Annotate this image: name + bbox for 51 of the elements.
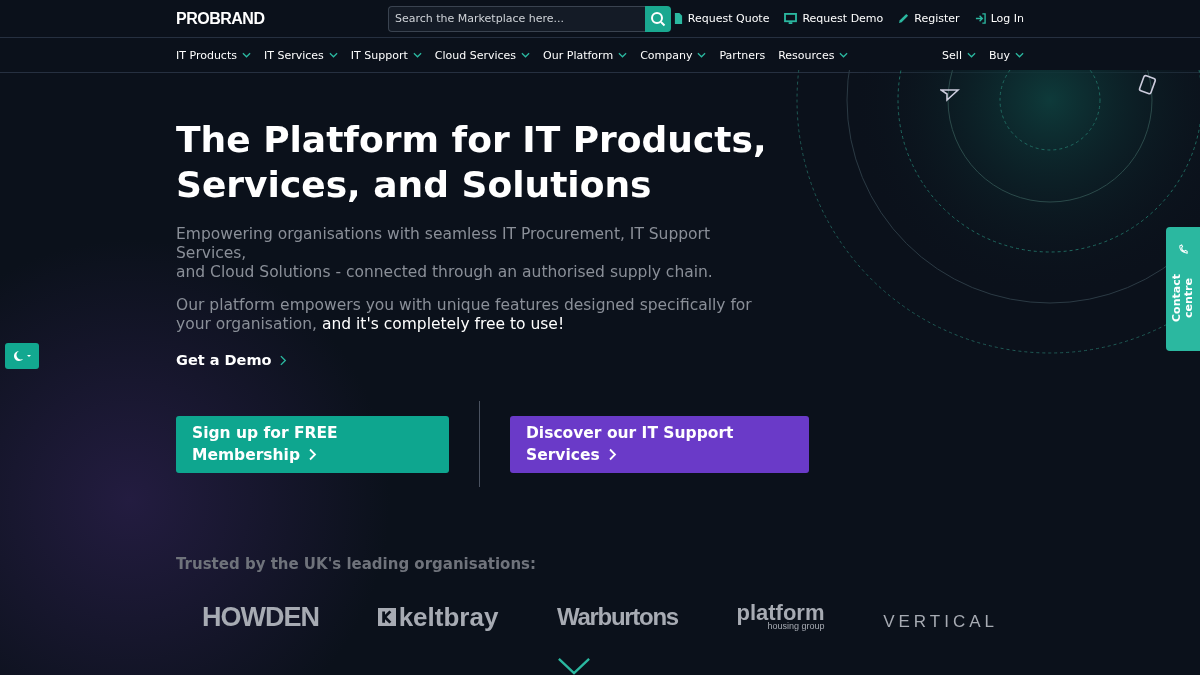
logo[interactable]: PROBRAND (176, 9, 388, 28)
chevron-down-icon (1015, 52, 1024, 58)
nav-menu-item[interactable]: Sell (942, 48, 976, 62)
trusted-heading: Trusted by the UK's leading organisations: (176, 555, 538, 573)
chevron-down-icon (412, 52, 422, 58)
search-button[interactable] (645, 5, 671, 32)
chevron-down-icon (618, 52, 628, 58)
chevron-down-icon (839, 52, 849, 58)
header-link[interactable]: Register (898, 12, 960, 25)
nav-menu-item[interactable]: IT Services (263, 48, 338, 62)
chevron-down-icon (966, 52, 976, 58)
chevron-down-icon (697, 52, 707, 58)
nav-menu-item[interactable]: IT Products (176, 48, 251, 62)
search-field[interactable]: Search the Marketplace here... (388, 5, 645, 32)
moon-icon (11, 350, 33, 362)
hero-title: The Platform for IT Products, Services, and Solutions (176, 118, 768, 207)
nav-menu-item[interactable]: Buy (988, 48, 1024, 62)
chevron-down-icon (241, 52, 251, 58)
client-logo: Warburtons (557, 603, 678, 631)
chevron-down-icon (521, 52, 531, 58)
chevron-right-icon (279, 354, 287, 366)
hero-subtitle: Empowering organisations with seamless IT Procurement, IT Support Services, and Cloud Solutions - connected through an authorised supply chain. (176, 225, 714, 282)
paper-plane-icon (940, 88, 960, 102)
chevron-down-icon[interactable] (557, 657, 591, 675)
hero-paragraph: Our platform empowers you with unique features designed specifically for your organisation, and it's completely free to use! (176, 296, 753, 334)
search-icon (650, 10, 666, 27)
nav-menu-item[interactable]: Resources (778, 48, 849, 62)
nav-menu-item[interactable]: Company (640, 48, 707, 62)
header-link[interactable]: Request Quote (673, 12, 770, 25)
header-link[interactable]: Log In (974, 12, 1024, 25)
theme-toggle[interactable] (5, 343, 39, 369)
header-link[interactable]: Request Demo (784, 12, 884, 25)
client-logo: VERTICAL (883, 611, 998, 632)
logo-mark-icon (377, 608, 396, 626)
chevron-right-icon (609, 448, 618, 461)
document-icon (673, 13, 683, 24)
nav-menu-item[interactable]: Partners (719, 48, 766, 62)
login-icon (974, 13, 986, 24)
chevron-down-icon (328, 52, 338, 58)
phone-icon (1177, 243, 1189, 255)
pen-icon (898, 13, 910, 24)
monitor-icon (784, 13, 798, 24)
nav-menu-item[interactable]: IT Support (350, 48, 422, 62)
client-logo: platform housing group (736, 603, 825, 631)
chevron-right-icon (309, 448, 318, 461)
client-logo: keltbray (377, 601, 499, 633)
get-demo-link[interactable]: Get a Demo (176, 352, 287, 368)
nav-menu-item[interactable]: Our Platform (543, 48, 628, 62)
client-logo: HOWDEN (202, 601, 319, 633)
cta-button[interactable]: Discover our IT Support Services (510, 415, 809, 473)
nav-menu-item[interactable]: Cloud Services (434, 48, 531, 62)
